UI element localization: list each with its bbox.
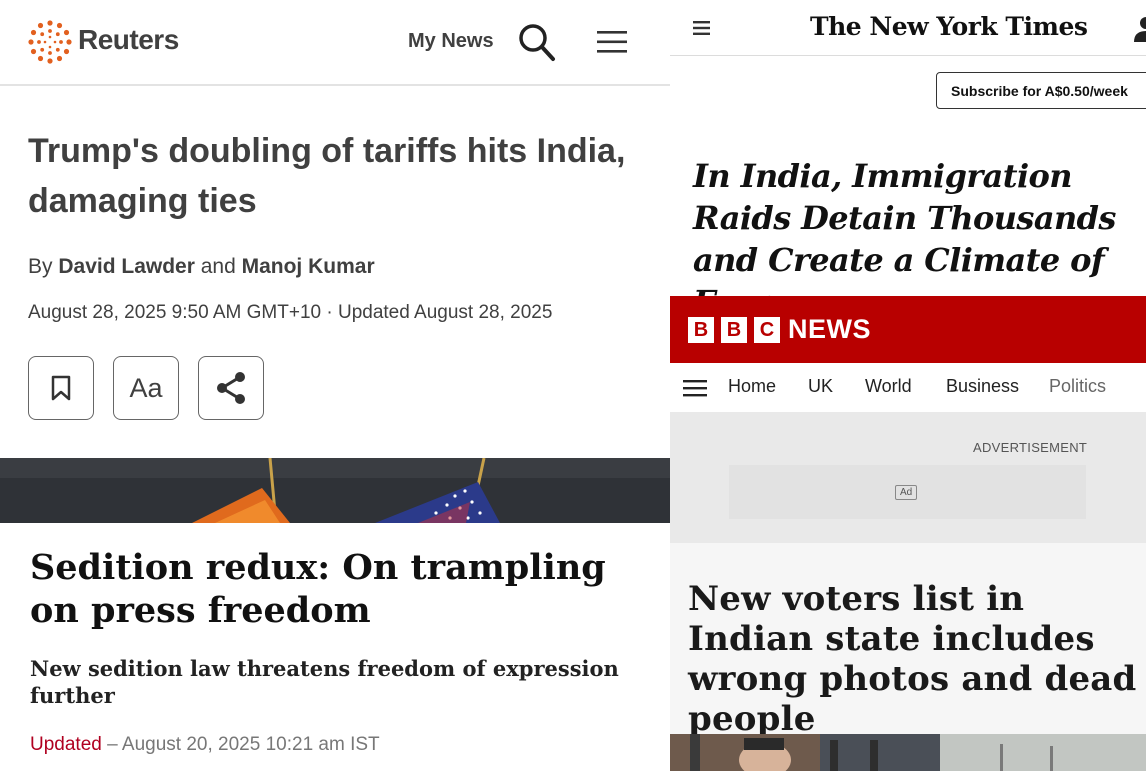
bbc-header: B B C NEWS [670, 296, 1146, 363]
updated-label: Updated [30, 734, 102, 755]
advertisement-label: ADVERTISEMENT [973, 440, 1088, 455]
nyt-headline: In India, Immigration Raids Detain Thous… [693, 157, 1116, 296]
nav-item-home[interactable]: Home [728, 376, 776, 397]
bookmark-icon [51, 375, 71, 401]
nyt-header: The New York Times [670, 0, 1146, 56]
advertisement-area: ADVERTISEMENT Ad [670, 412, 1146, 543]
nyt-masthead[interactable]: The New York Times [810, 12, 1088, 41]
hindu-article-panel: Sedition redux: On trampling on press fr… [0, 458, 670, 771]
reuters-header: Reuters My News [0, 0, 670, 86]
author-link[interactable]: Manoj Kumar [242, 255, 375, 278]
nav-item-world[interactable]: World [865, 376, 912, 397]
flags-photo [0, 458, 670, 523]
nav-item-business[interactable]: Business [946, 376, 1019, 397]
font-size-label: Aa [129, 372, 163, 403]
menu-icon[interactable] [683, 379, 707, 397]
byline-prefix: By [28, 255, 59, 278]
reuters-article-panel: Reuters My News Trump's doubling of tari… [0, 0, 670, 458]
author-link[interactable]: David Lawder [58, 255, 195, 278]
nyt-article-panel: The New York Times Subscribe for A$0.50/… [670, 0, 1146, 296]
hindu-subheadline: New sedition law threatens freedom of ex… [30, 656, 619, 708]
bbc-logo-letter[interactable]: B [688, 317, 714, 343]
reuters-logo-icon[interactable] [28, 20, 72, 64]
share-button[interactable] [198, 356, 264, 420]
bookmark-button[interactable] [28, 356, 94, 420]
byline-conjunction: and [194, 255, 242, 278]
reuters-brand-name[interactable]: Reuters [78, 24, 179, 56]
font-size-button[interactable]: Aa [113, 356, 179, 420]
article-photo [670, 734, 1146, 771]
bbc-nav-bar: Home UK World Business Politics [670, 363, 1146, 412]
hindu-headline: Sedition redux: On trampling on press fr… [30, 547, 606, 631]
bbc-logo-letter[interactable]: B [721, 317, 747, 343]
updated-date: – August 20, 2025 10:21 am IST [101, 734, 380, 755]
share-icon [217, 372, 245, 404]
hindu-updated-line: Updated – August 20, 2025 10:21 am IST [30, 734, 380, 756]
ad-slot[interactable]: Ad [729, 465, 1086, 519]
bbc-headline: New voters list in Indian state includes… [688, 579, 1137, 739]
account-icon[interactable] [1132, 16, 1146, 42]
reuters-byline: By David Lawder and Manoj Kumar [28, 255, 375, 279]
menu-icon[interactable] [692, 20, 712, 36]
nav-item-uk[interactable]: UK [808, 376, 833, 397]
bbc-logo-letter[interactable]: C [754, 317, 780, 343]
subscribe-button[interactable]: Subscribe for A$0.50/week [936, 72, 1146, 109]
search-icon[interactable] [518, 22, 556, 62]
reuters-headline: Trump's doubling of tariffs hits India, … [28, 132, 626, 220]
bbc-news-wordmark[interactable]: NEWS [788, 314, 871, 345]
bbc-article-panel: B B C NEWS Home UK World Business Politi… [670, 296, 1146, 771]
reuters-dateline: August 28, 2025 9:50 AM GMT+10 · Updated… [28, 302, 553, 323]
nav-item-politics[interactable]: Politics [1049, 376, 1106, 397]
menu-icon[interactable] [596, 28, 628, 56]
ad-tag: Ad [895, 485, 918, 500]
my-news-link[interactable]: My News [408, 30, 494, 53]
